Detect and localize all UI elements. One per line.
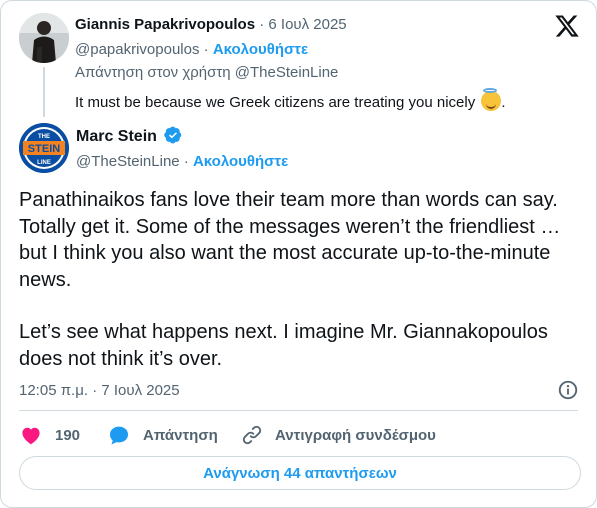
reply-date[interactable]: 6 Ιουλ 2025 (268, 16, 346, 33)
copy-link-label: Αντιγραφή συνδέσμου (275, 426, 436, 444)
main-handle-row: @TheSteinLine · Ακολουθήστε (76, 153, 288, 170)
tweet-text: Panathinaikos fans love their team more … (19, 187, 579, 372)
thread-connector-line (43, 67, 45, 117)
heart-icon (22, 427, 40, 445)
reply-author-row: Giannis Papakrivopoulos · 6 Ιουλ 2025 (75, 16, 347, 33)
reply-separator: · (259, 16, 265, 33)
main-author-row: Marc Stein (76, 126, 182, 146)
main-author-name[interactable]: Marc Stein (76, 128, 157, 145)
copy-link-button[interactable]: Αντιγραφή συνδέσμου (241, 422, 436, 448)
reply-label: Απάντηση (143, 426, 218, 444)
main-separator: · (183, 153, 189, 170)
main-author-avatar[interactable]: THE STEIN LINE (19, 123, 69, 173)
reply-author-handle[interactable]: @papakrivopoulos (75, 41, 199, 58)
read-replies-button[interactable]: Ανάγνωση 44 απαντήσεων (19, 456, 581, 490)
reply-text-end: . (501, 94, 506, 111)
main-follow-button[interactable]: Ακολουθήστε (193, 153, 288, 170)
smiling-face-with-halo-icon (481, 88, 502, 111)
x-logo-icon[interactable] (554, 13, 580, 39)
likes-count: 190 (55, 426, 81, 444)
avatar-text-line: LINE (37, 160, 51, 166)
main-author-handle[interactable]: @TheSteinLine (76, 153, 180, 170)
speech-bubble-icon (110, 426, 128, 445)
reply-author-name[interactable]: Giannis Papakrivopoulos (75, 16, 255, 33)
reply-to-label: Απάντηση στον χρήστη @TheSteinLine (75, 64, 339, 81)
tweet-paragraph: Panathinaikos fans love their team more … (19, 189, 561, 291)
tweet-paragraph: Let’s see what happens next. I imagine M… (19, 321, 548, 370)
reply-author-avatar[interactable] (19, 13, 69, 63)
info-icon[interactable] (557, 379, 579, 401)
reply-button[interactable]: Απάντηση (107, 422, 218, 448)
divider (19, 410, 578, 411)
avatar-text-stein: STEIN (28, 143, 60, 155)
reply-follow-button[interactable]: Ακολουθήστε (213, 41, 308, 58)
verified-badge-icon (164, 126, 182, 144)
reply-text-content: It must be because we Greek citizens are… (75, 94, 476, 111)
link-icon (242, 425, 262, 445)
like-button[interactable]: 190 (19, 422, 80, 448)
reply-handle-row: @papakrivopoulos · Ακολουθήστε (75, 41, 309, 58)
embedded-tweet-card: Giannis Papakrivopoulos · 6 Ιουλ 2025 @p… (0, 0, 597, 508)
reply-tweet-text: It must be because we Greek citizens are… (75, 88, 506, 111)
avatar-text-the: THE (38, 134, 50, 140)
tweet-timestamp[interactable]: 12:05 π.μ. · 7 Ιουλ 2025 (19, 382, 180, 399)
